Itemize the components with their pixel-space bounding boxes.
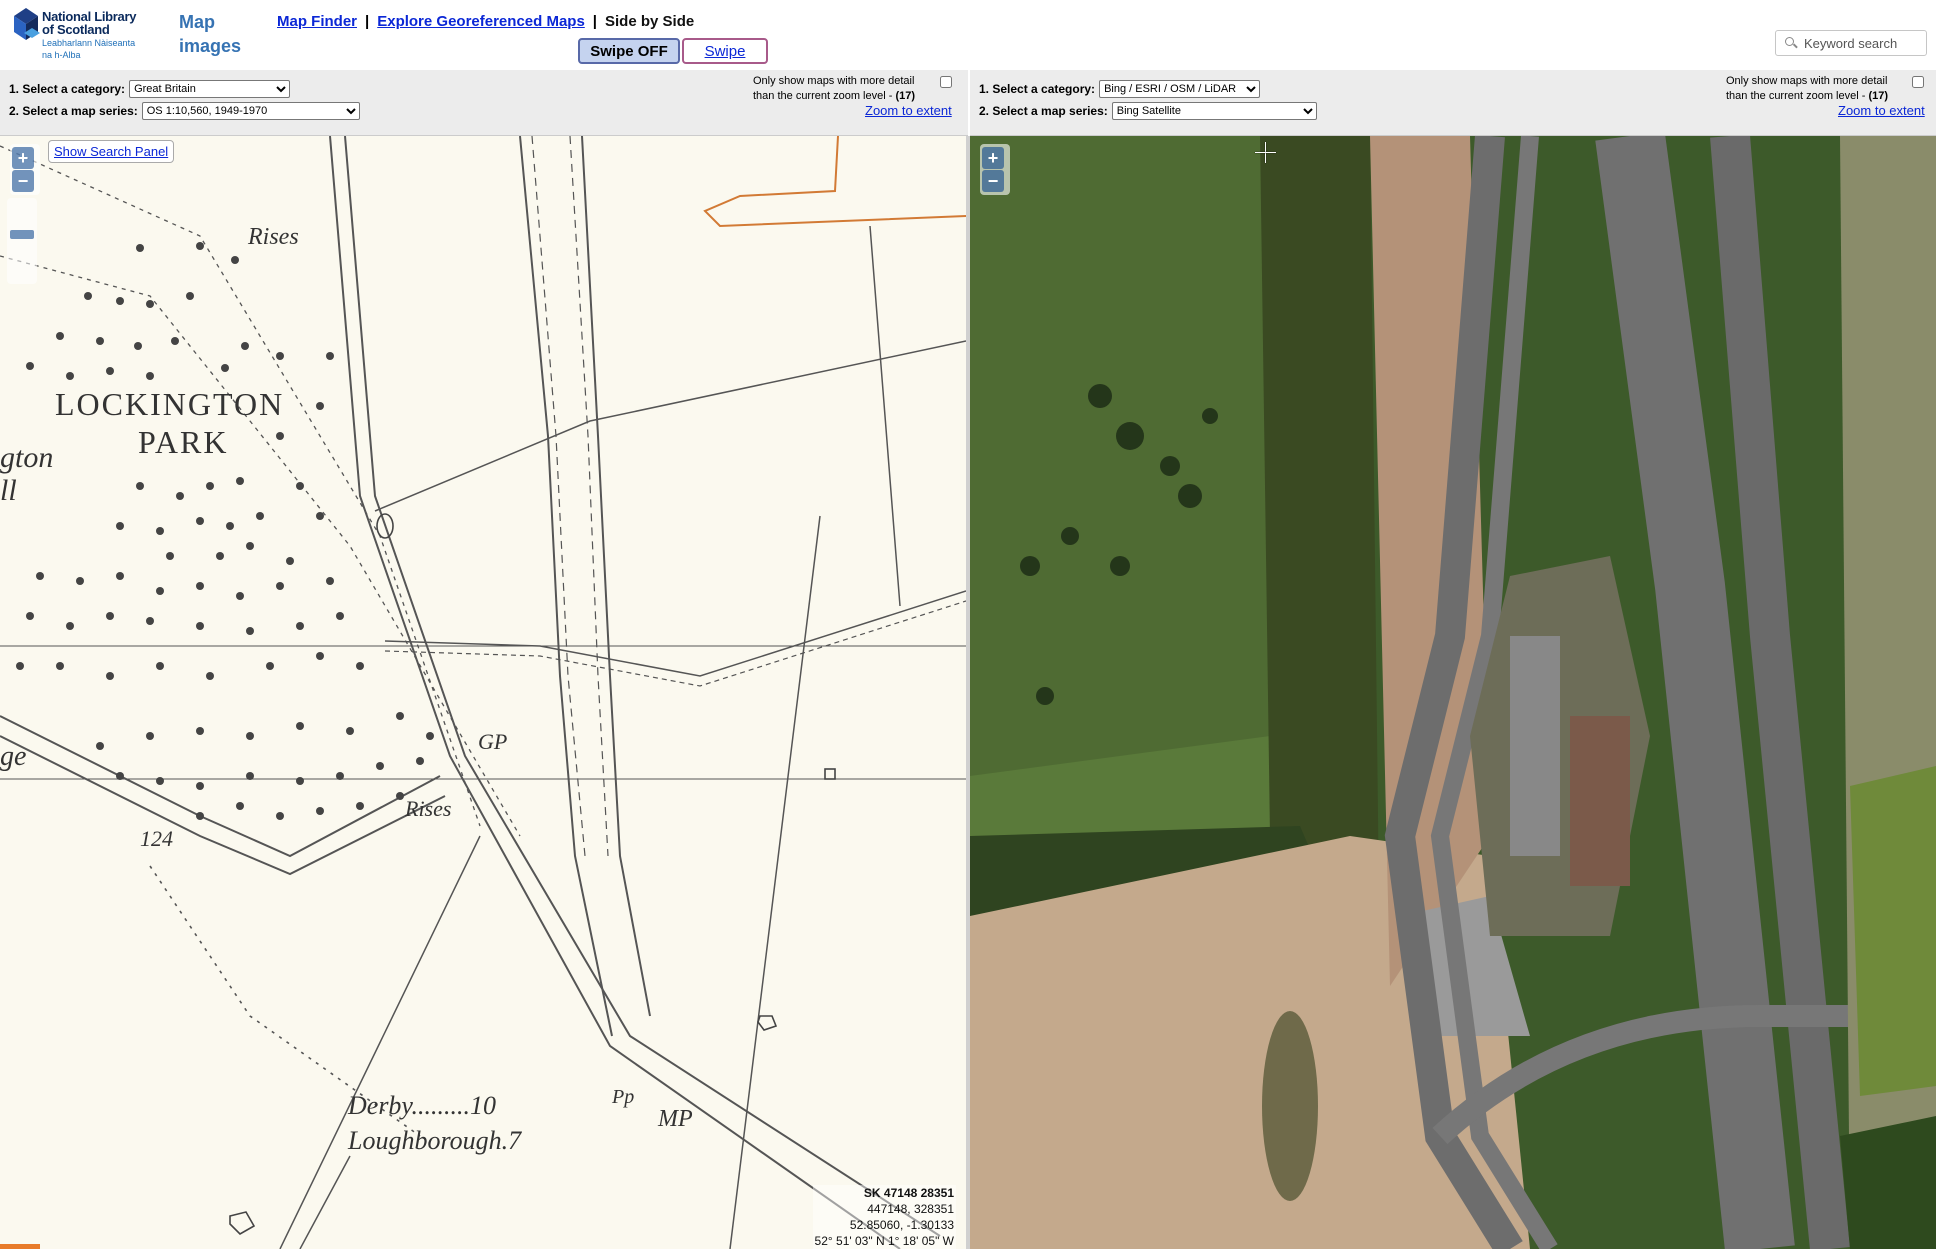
map-label-rises-top: Rises <box>248 224 299 250</box>
coordinate-readout: SK 47148 28351 447148, 328351 52.85060, … <box>812 1185 956 1249</box>
logo-gaelic-1: Leabharlann Nàiseanta <box>42 38 136 48</box>
map-label-park: PARK <box>138 424 229 460</box>
left-zoom-in-button[interactable]: + <box>12 147 34 169</box>
site-title[interactable]: Map images <box>179 10 241 58</box>
historic-map-viewport[interactable]: Rises LOCKINGTON PARK gton ll ge GP Rise… <box>0 136 966 1249</box>
left-category-label: 1. Select a category: <box>9 82 126 96</box>
site-title-line-1: Map <box>179 12 215 32</box>
map-label-ll: ll <box>0 474 17 507</box>
map-label-pp: Pp <box>612 1086 635 1108</box>
site-title-line-2: images <box>179 36 242 56</box>
map-finder-link[interactable]: Map Finder <box>277 13 357 30</box>
right-series-label: 2. Select a map series: <box>979 104 1108 118</box>
nav-separator: | <box>592 13 597 30</box>
map-label-mp: MP <box>658 1106 693 1132</box>
left-series-row: 2. Select a map series: OS 1:10,560, 194… <box>9 102 360 120</box>
left-series-label: 2. Select a map series: <box>9 104 138 118</box>
left-opacity-slider[interactable] <box>7 198 37 284</box>
right-category-label: 1. Select a category: <box>979 82 1096 96</box>
left-detail-text: Only show maps with more detail than the… <box>753 75 916 102</box>
map-label-loughborough: Loughborough.7 <box>348 1126 522 1155</box>
grid-reference: SK 47148 28351 <box>863 1186 954 1200</box>
left-more-detail-checkbox[interactable] <box>940 76 952 88</box>
map-label-lockington: LOCKINGTON <box>55 386 285 422</box>
logo-text: National Library of Scotland Leabharlann… <box>42 10 136 60</box>
nls-logo[interactable]: National Library of Scotland Leabharlann… <box>12 6 152 66</box>
map-label-derby: Derby.........10 <box>348 1091 497 1120</box>
map-label-rises-mid: Rises <box>405 796 452 821</box>
easting-northing: 447148, 328351 <box>867 1202 954 1216</box>
left-zoom-control: + − <box>10 144 40 195</box>
logo-gaelic-2: na h-Alba <box>42 50 81 60</box>
show-search-panel-button[interactable]: Show Search Panel <box>48 140 175 163</box>
crosshair-cursor <box>1255 142 1276 163</box>
left-category-select[interactable]: Great Britain <box>129 80 291 98</box>
right-more-detail-checkbox[interactable] <box>1912 76 1924 88</box>
nls-logo-icon <box>14 8 40 40</box>
right-zoom-out-button[interactable]: − <box>982 170 1004 192</box>
top-navigation: Map Finder | Explore Georeferenced Maps | Si… <box>277 13 694 30</box>
map-label-gp: GP <box>478 729 508 754</box>
map-label-spot-height: 124 <box>140 826 173 851</box>
map-label-ge: ge <box>0 741 27 772</box>
satellite-map-viewport[interactable]: + − <box>970 136 1936 1249</box>
left-series-select[interactable]: OS 1:10,560, 1949-1970 <box>141 102 360 120</box>
right-detail-text: Only show maps with more detail than the… <box>1726 75 1889 102</box>
right-category-row: 1. Select a category: Bing / ESRI / OSM … <box>979 80 1261 98</box>
right-control-bar: 1. Select a category: Bing / ESRI / OSM … <box>970 70 1936 136</box>
dms-lat-lon: 52° 51' 03" N 1° 18' 05" W <box>814 1234 954 1248</box>
right-zoom-control: + − <box>980 144 1010 195</box>
search-icon <box>1784 36 1796 50</box>
decimal-lat-lon: 52.85060, -1.30133 <box>849 1218 954 1232</box>
nav-separator: | <box>365 13 370 30</box>
keyword-search-box[interactable] <box>1775 30 1927 56</box>
swipe-off-button[interactable]: Swipe OFF <box>578 38 680 64</box>
map-label-gton: gton <box>0 441 54 474</box>
right-zoom-level: (17) <box>1868 90 1889 102</box>
left-zoom-out-button[interactable]: − <box>12 170 34 192</box>
right-series-row: 2. Select a map series: Bing Satellite <box>979 102 1317 120</box>
page-header: National Library of Scotland Leabharlann… <box>0 0 1936 84</box>
left-opacity-slider-handle[interactable] <box>10 230 34 239</box>
scale-bar <box>0 1244 40 1249</box>
explore-georeferenced-link[interactable]: Explore Georeferenced Maps <box>377 13 585 30</box>
right-series-select[interactable]: Bing Satellite <box>1111 102 1317 120</box>
left-zoom-level: (17) <box>895 90 916 102</box>
swipe-on-button[interactable]: Swipe ON <box>682 38 768 84</box>
logo-line-2: of Scotland <box>42 22 110 37</box>
left-zoom-to-extent-link[interactable]: Zoom to extent <box>865 103 952 118</box>
right-zoom-in-button[interactable]: + <box>982 147 1004 169</box>
left-control-bar: 1. Select a category: Great Britain 2. S… <box>0 70 968 136</box>
historic-map-canvas <box>0 136 966 1249</box>
right-zoom-to-extent-link[interactable]: Zoom to extent <box>1838 103 1925 118</box>
current-page-label: Side by Side <box>605 13 695 30</box>
right-category-select[interactable]: Bing / ESRI / OSM / LiDAR <box>1099 80 1261 98</box>
satellite-map-canvas <box>970 136 1936 1249</box>
keyword-search-input[interactable] <box>1802 34 1926 52</box>
left-category-row: 1. Select a category: Great Britain <box>9 80 291 98</box>
